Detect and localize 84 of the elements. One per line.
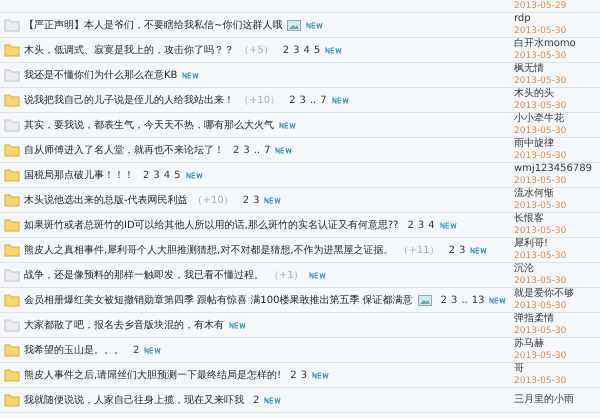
author-link[interactable]: 沉沦 bbox=[514, 263, 600, 275]
post-date: 2013-05-30 bbox=[514, 200, 568, 212]
page-link[interactable]: 2 bbox=[289, 94, 296, 106]
author-link[interactable]: 就是爱你不够 bbox=[514, 288, 600, 300]
author-link[interactable]: 长恨客 bbox=[514, 213, 600, 225]
author-link[interactable]: 三月里的小雨 bbox=[514, 394, 600, 406]
post-date: 2013-05-30 bbox=[514, 325, 568, 337]
post-date: 2013-05-30 bbox=[514, 75, 568, 87]
author-link[interactable]: 弹指柔情 bbox=[514, 313, 600, 325]
post-date: 2013-05-30 bbox=[514, 175, 568, 187]
author-link[interactable]: 木头的头 bbox=[514, 88, 600, 100]
page-link[interactable]: 3 bbox=[451, 294, 458, 306]
post-date: 2013-05-30 bbox=[514, 275, 568, 287]
thread-title-link[interactable]: 战争，还是像预料的那样一触即发，我已看不懂过程。 bbox=[24, 268, 264, 282]
page-link[interactable]: .. bbox=[461, 294, 468, 306]
reward-count: （+10） bbox=[239, 94, 280, 107]
page-link[interactable]: 2 bbox=[448, 244, 456, 256]
page-link[interactable]: 2 bbox=[253, 394, 260, 406]
thread-title-link[interactable]: 国税局那点破儿事！！！ bbox=[24, 168, 134, 182]
page-link[interactable]: 3 bbox=[459, 244, 466, 256]
page-link[interactable]: 4 bbox=[164, 170, 170, 180]
author-link[interactable]: 流水何惭 bbox=[514, 188, 600, 200]
page-link[interactable]: 2 bbox=[133, 344, 140, 356]
thread-title-link[interactable]: 说我把我自己的儿子说是侄儿的人给我站出来！ bbox=[24, 93, 234, 107]
page-link[interactable]: 5 bbox=[174, 170, 180, 180]
thread-title-link[interactable]: 熊皮人之真相事件,犀利哥个人大胆推测猜想,对不对都是猜想,不作为进黑屋之证据。 bbox=[24, 243, 394, 257]
author-link[interactable]: 哥 bbox=[514, 363, 600, 375]
page-link[interactable]: 2 bbox=[407, 220, 414, 230]
thread-title-link[interactable]: 熊皮人事件之后,请屌丝们大胆预测一下最终结局是怎样的! bbox=[24, 368, 282, 382]
post-date: 2013-05-30 bbox=[514, 375, 568, 387]
post-date: 2013-05-30 bbox=[514, 350, 568, 362]
page-link[interactable]: 4 bbox=[428, 220, 435, 230]
page-link[interactable]: 2 bbox=[233, 144, 240, 156]
thread-title-link[interactable]: 我希望的玉山是。。。 bbox=[24, 343, 124, 357]
page-link[interactable]: 3 bbox=[300, 370, 307, 380]
author-link[interactable]: 枫无情 bbox=[514, 63, 600, 75]
thread-title-link[interactable]: 其实，要我说，都表生气，今天天不热，哪有那么大火气 bbox=[24, 118, 274, 132]
thread-title-link[interactable]: 我就随便说说，人家自己往身上揽，现在又来吓我 bbox=[24, 393, 244, 407]
page-link[interactable]: 3 bbox=[418, 220, 424, 230]
page-link[interactable]: 3 bbox=[243, 144, 250, 156]
post-date: 2013-05-30 bbox=[514, 150, 568, 162]
author-link[interactable]: 白开水momo bbox=[514, 38, 600, 50]
page-link[interactable]: 4 bbox=[304, 44, 310, 56]
author-link[interactable]: rdp bbox=[514, 13, 600, 25]
reward-count: （+1） bbox=[269, 269, 304, 282]
page-link[interactable]: 2 bbox=[143, 170, 150, 180]
author-link[interactable]: 犀利哥! bbox=[514, 238, 600, 250]
post-date: 2013-05-30 bbox=[514, 125, 568, 137]
page-link[interactable]: 7 bbox=[264, 144, 270, 156]
page-link[interactable]: 2 bbox=[440, 294, 447, 306]
author-link[interactable]: 苏马赫 bbox=[514, 338, 600, 350]
page-link[interactable]: 3 bbox=[299, 94, 306, 106]
author-link[interactable]: 雨中旋律 bbox=[514, 138, 600, 150]
page-link[interactable]: 2 bbox=[282, 44, 290, 56]
reward-count: （+5） bbox=[239, 44, 274, 57]
page-link[interactable]: 13 bbox=[472, 294, 484, 306]
page-link[interactable]: 7 bbox=[320, 94, 327, 106]
reward-count: （+11） bbox=[398, 244, 440, 257]
page-link[interactable]: 2 bbox=[290, 370, 297, 380]
page-link[interactable]: 3 bbox=[293, 44, 300, 56]
author-link[interactable]: wmj123456789 bbox=[514, 163, 600, 175]
page-link[interactable]: 3 bbox=[153, 170, 160, 180]
post-date: 2013-05-30 bbox=[514, 25, 568, 37]
thread-title-link[interactable]: 如果斑竹或者总斑竹的ID可以给其他人所以用的话,那么斑竹的实名认证又有何意思?? bbox=[24, 218, 398, 232]
reward-count: （+10） bbox=[192, 194, 234, 207]
post-date: 2013-05-30 bbox=[514, 225, 568, 237]
post-date: 2013-05-30 bbox=[514, 250, 568, 262]
thread-title-link[interactable]: 会员相册爆红美女被短撤销勋章第四季 跟帖有惊喜 满100楼果敢推出第五季 保证都满意 bbox=[24, 293, 413, 307]
page-link[interactable]: 5 bbox=[314, 44, 320, 56]
thread-title-link[interactable]: 大家都散了吧，报名去乡音版块混的，有木有 bbox=[24, 318, 224, 332]
post-date: 2013-05-29 bbox=[514, 0, 568, 12]
author-link[interactable]: 小小牵牛花 bbox=[514, 113, 600, 125]
post-date: 2013-05-30 bbox=[514, 50, 568, 62]
thread-title-link[interactable]: 自从师傅进入了名人堂，就再也不来论坛了！ bbox=[24, 143, 224, 157]
post-date: 2013-05-30 bbox=[514, 100, 568, 112]
thread-title-link[interactable]: 我还是不懂你们为什么那么在意KB bbox=[24, 68, 178, 82]
page-link[interactable]: 2 bbox=[242, 194, 250, 206]
page-link[interactable]: .. bbox=[254, 144, 260, 156]
post-date: 2013-05-30 bbox=[514, 300, 568, 312]
page-link[interactable]: 3 bbox=[253, 194, 260, 206]
thread-title-link[interactable]: 【严正声明】本人是爷们，不要瞎给我私信~你们这群人哦 bbox=[24, 18, 282, 32]
thread-title-link[interactable]: 木头说他选出来的总版-代表网民利益 bbox=[24, 193, 188, 207]
page-link[interactable]: .. bbox=[310, 94, 316, 106]
thread-title-link[interactable]: 木头，低调式、寂寞是我上的，攻击你了吗？？ bbox=[24, 43, 234, 57]
